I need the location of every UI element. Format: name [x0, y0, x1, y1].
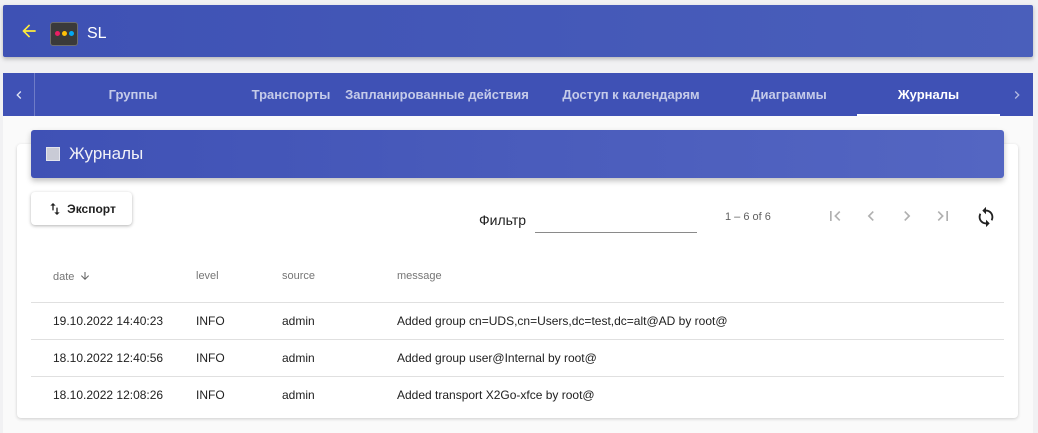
refresh-button[interactable] [974, 205, 998, 229]
tab-scroll-left-button[interactable] [3, 73, 35, 116]
tab-charts[interactable]: Диаграммы [727, 73, 851, 116]
cell-message: Added group user@Internal by root@ [397, 351, 597, 365]
tab-scheduled-actions[interactable]: Запланированные действия [341, 73, 533, 116]
table-header: date level source message [31, 251, 1004, 303]
table-row[interactable]: 18.10.2022 12:40:56 INFO admin Added gro… [31, 340, 1004, 377]
panel-title: Журналы [69, 144, 144, 163]
chevron-left-icon [15, 90, 21, 99]
cell-level: INFO [196, 351, 225, 365]
tab-logs[interactable]: Журналы [857, 73, 1000, 116]
column-header-source[interactable]: source [282, 270, 315, 282]
column-header-date[interactable]: date [53, 270, 91, 283]
last-page-icon [937, 211, 948, 221]
app-toolbar: SL [3, 5, 1033, 57]
first-page-button[interactable] [825, 206, 845, 226]
filter-label: Фильтр [479, 212, 527, 228]
cell-message: Added transport X2Go-xfce by root@ [397, 388, 595, 402]
first-page-icon [830, 211, 841, 221]
logs-table: date level source message 19.10.2022 14:… [31, 251, 1004, 414]
column-header-message[interactable]: message [397, 270, 442, 282]
paginator: 1 – 6 of 6 [697, 192, 968, 241]
table-row[interactable]: 18.10.2022 12:08:26 INFO admin Added tra… [31, 377, 1004, 414]
tab-scroll-right-button[interactable] [1001, 73, 1033, 116]
app-logo-icon [50, 22, 78, 46]
chevron-right-icon [904, 211, 911, 221]
sort-arrows-icon [50, 202, 60, 215]
page-range-label: 1 – 6 of 6 [725, 211, 771, 223]
table-row[interactable]: 19.10.2022 14:40:23 INFO admin Added gro… [31, 303, 1004, 340]
tab-bar: Группы Транспорты Запланированные действ… [3, 73, 1033, 116]
tab-groups[interactable]: Группы [73, 73, 193, 116]
arrow-left-icon [22, 24, 36, 38]
chevron-left-icon [867, 211, 874, 221]
column-header-level[interactable]: level [196, 270, 219, 282]
tab-calendar-access[interactable]: Доступ к календарям [551, 73, 711, 116]
next-page-button[interactable] [897, 206, 917, 226]
filter-input[interactable] [535, 205, 697, 233]
cell-level: INFO [196, 388, 225, 402]
back-button[interactable] [17, 19, 41, 43]
app-title: SL [87, 25, 107, 42]
cell-date: 18.10.2022 12:08:26 [53, 388, 164, 402]
panel-header: Журналы [31, 130, 1004, 178]
cell-date: 19.10.2022 14:40:23 [53, 314, 164, 328]
export-label: Экспорт [67, 201, 116, 216]
cell-source: admin [282, 388, 315, 402]
previous-page-button[interactable] [861, 206, 881, 226]
cell-date: 18.10.2022 12:40:56 [53, 351, 164, 365]
last-page-button[interactable] [933, 206, 953, 226]
square-icon [46, 147, 60, 161]
arrow-down-icon [81, 272, 90, 280]
refresh-icon [978, 206, 994, 228]
chevron-right-icon [1014, 90, 1020, 99]
cell-source: admin [282, 314, 315, 328]
tabs: Группы Транспорты Запланированные действ… [35, 73, 1001, 116]
cell-message: Added group cn=UDS,cn=Users,dc=test,dc=a… [397, 314, 728, 328]
cell-level: INFO [196, 314, 225, 328]
cell-source: admin [282, 351, 315, 365]
export-button[interactable]: Экспорт [31, 192, 132, 225]
